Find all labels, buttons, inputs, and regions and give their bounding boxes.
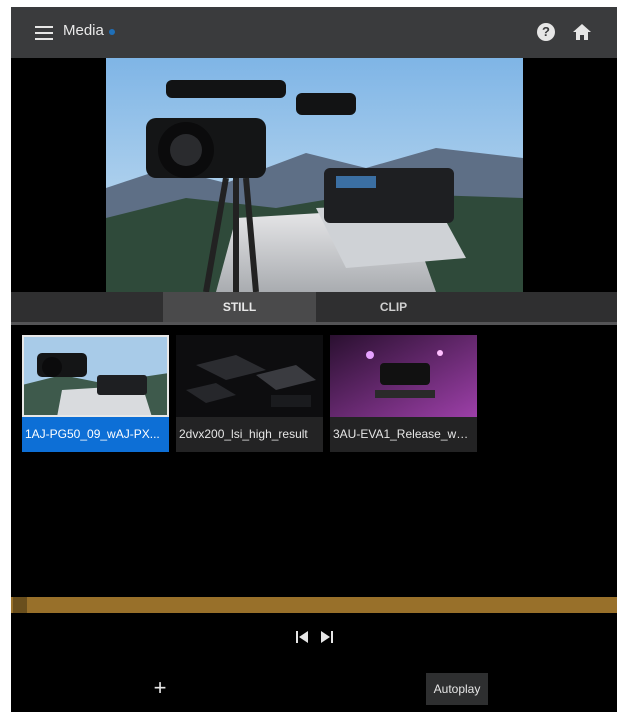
tab-divider [11, 322, 617, 325]
tab-bar: STILL CLIP [11, 292, 617, 322]
menu-icon[interactable] [35, 26, 53, 40]
thumbnail-label: 1AJ-PG50_09_wAJ-PX... [22, 417, 169, 452]
thumbnail-label: 3AU-EVA1_Release_wB... [330, 417, 477, 452]
thumbnail-image [330, 335, 477, 417]
autoplay-button[interactable]: Autoplay [426, 673, 488, 705]
thumbnail-label: 2dvx200_lsi_high_result [176, 417, 323, 452]
timeline-bar[interactable] [11, 597, 617, 613]
skip-previous-icon[interactable] [296, 631, 308, 643]
home-icon[interactable] [572, 22, 592, 42]
thumbnail-image [22, 335, 169, 417]
header-bar: Media ? [11, 7, 617, 58]
skip-next-icon[interactable] [321, 631, 333, 643]
page-title: Media [63, 22, 104, 39]
media-thumbnail[interactable]: 3AU-EVA1_Release_wB... [330, 335, 477, 452]
timeline-handle[interactable] [13, 597, 27, 613]
media-thumbnail[interactable]: 1AJ-PG50_09_wAJ-PX... [22, 335, 169, 452]
tab-clip[interactable]: CLIP [316, 292, 471, 322]
add-media-button[interactable]: + [150, 675, 170, 701]
thumbnail-image [176, 335, 323, 417]
media-panel: Media ? STILL CLIP 1AJ-PG50_09_wAJ-PX...… [11, 7, 617, 712]
tab-still[interactable]: STILL [163, 292, 316, 322]
help-icon[interactable]: ? [537, 23, 555, 41]
preview-image [106, 58, 523, 292]
media-thumbnail[interactable]: 2dvx200_lsi_high_result [176, 335, 323, 452]
status-indicator-dot [109, 29, 115, 35]
